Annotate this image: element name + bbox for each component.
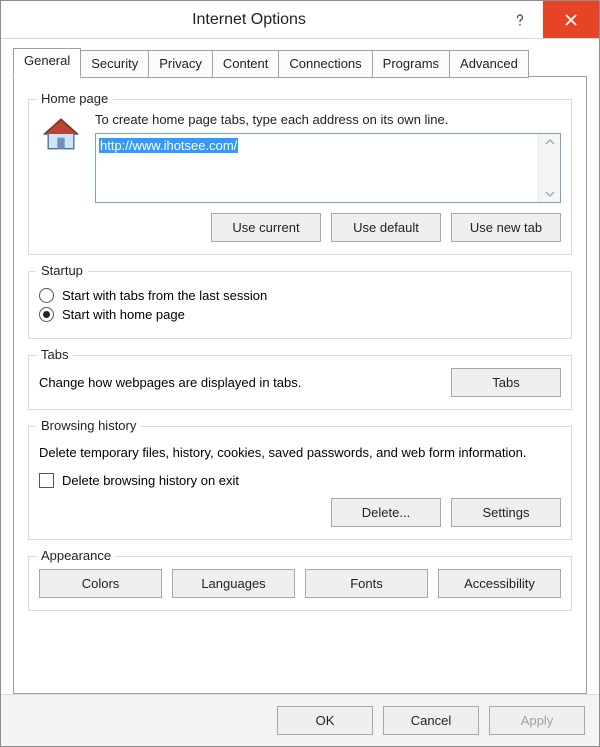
use-default-button[interactable]: Use default [331, 213, 441, 242]
group-appearance: Appearance Colors Languages Fonts Access… [28, 548, 572, 611]
cancel-button[interactable]: Cancel [383, 706, 479, 735]
url-scrollbar[interactable] [538, 134, 560, 202]
tab-programs[interactable]: Programs [372, 50, 450, 78]
tab-connections[interactable]: Connections [278, 50, 372, 78]
tab-panel-general: Home page To create home page tabs, type… [13, 76, 587, 694]
legend-startup: Startup [36, 263, 88, 278]
help-button[interactable] [497, 1, 543, 38]
legend-tabs: Tabs [36, 347, 73, 362]
use-current-button[interactable]: Use current [211, 213, 321, 242]
group-homepage: Home page To create home page tabs, type… [28, 91, 572, 255]
history-settings-button[interactable]: Settings [451, 498, 561, 527]
tabs-description: Change how webpages are displayed in tab… [39, 375, 451, 390]
homepage-url-input[interactable]: http://www.ihotsee.com/ [95, 133, 561, 203]
homepage-url-value: http://www.ihotsee.com/ [99, 138, 238, 153]
chevron-up-icon [545, 137, 555, 147]
legend-homepage: Home page [36, 91, 113, 106]
accessibility-button[interactable]: Accessibility [438, 569, 561, 598]
tabs-button[interactable]: Tabs [451, 368, 561, 397]
delete-on-exit-checkbox[interactable]: Delete browsing history on exit [39, 473, 561, 488]
radio-icon [39, 307, 54, 322]
ok-button[interactable]: OK [277, 706, 373, 735]
legend-appearance: Appearance [36, 548, 116, 563]
colors-button[interactable]: Colors [39, 569, 162, 598]
tab-security[interactable]: Security [80, 50, 149, 78]
radio-label: Start with tabs from the last session [62, 288, 267, 303]
group-tabs: Tabs Change how webpages are displayed i… [28, 347, 572, 410]
dialog-title: Internet Options [192, 11, 306, 29]
radio-home-page[interactable]: Start with home page [39, 307, 561, 322]
checkbox-label: Delete browsing history on exit [62, 473, 239, 488]
tab-advanced[interactable]: Advanced [449, 50, 529, 78]
fonts-button[interactable]: Fonts [305, 569, 428, 598]
house-icon [39, 112, 83, 156]
homepage-description: To create home page tabs, type each addr… [95, 112, 561, 127]
internet-options-dialog: Internet Options pcrisk General Security… [0, 0, 600, 747]
tab-general[interactable]: General [13, 48, 81, 77]
tab-strip: General Security Privacy Content Connect… [13, 49, 587, 77]
languages-button[interactable]: Languages [172, 569, 295, 598]
chevron-down-icon [545, 189, 555, 199]
radio-label: Start with home page [62, 307, 185, 322]
history-description: Delete temporary files, history, cookies… [39, 443, 561, 463]
tab-privacy[interactable]: Privacy [148, 50, 213, 78]
group-history: Browsing history Delete temporary files,… [28, 418, 572, 540]
delete-history-button[interactable]: Delete... [331, 498, 441, 527]
close-button[interactable] [543, 1, 599, 38]
legend-history: Browsing history [36, 418, 141, 433]
radio-last-session[interactable]: Start with tabs from the last session [39, 288, 561, 303]
apply-button[interactable]: Apply [489, 706, 585, 735]
radio-icon [39, 288, 54, 303]
group-startup: Startup Start with tabs from the last se… [28, 263, 572, 339]
tab-content[interactable]: Content [212, 50, 280, 78]
use-new-tab-button[interactable]: Use new tab [451, 213, 561, 242]
titlebar: Internet Options [1, 1, 599, 39]
checkbox-icon [39, 473, 54, 488]
dialog-footer: OK Cancel Apply [1, 694, 599, 746]
